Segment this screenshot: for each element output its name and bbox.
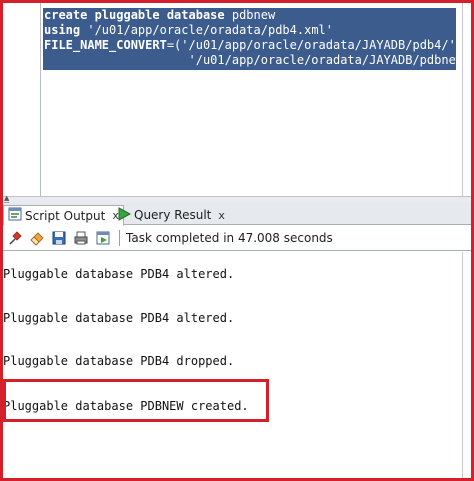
sql-editor[interactable]: create pluggable database pdbnew using '… — [3, 3, 471, 196]
code-text: '/u01/app/oracle/oradata/pdb4.xml' — [80, 23, 333, 37]
tab-label: Script Output — [25, 208, 106, 223]
close-icon[interactable]: x — [218, 209, 225, 222]
export-icon[interactable] — [93, 228, 113, 248]
code-line[interactable]: '/u01/app/oracle/oradata/JAYADB/pdbnew/'… — [44, 53, 471, 68]
tab-label: Query Result — [134, 208, 212, 222]
save-icon[interactable] — [49, 228, 69, 248]
output-margin-line — [462, 252, 463, 478]
code-line[interactable]: create pluggable database pdbnew — [44, 8, 275, 23]
editor-gutter — [3, 3, 41, 196]
code-keyword: using — [44, 23, 81, 37]
toolbar-separator — [119, 230, 120, 246]
tab-script-output[interactable]: Script Output x — [3, 205, 124, 226]
output-line: Pluggable database PDB4 altered. — [3, 267, 235, 281]
print-icon[interactable] — [71, 228, 91, 248]
output-toolbar: Task completed in 47.008 seconds — [3, 226, 471, 251]
code-text: =('/u01/app/oracle/oradata/JAYADB/pdb4/'… — [166, 38, 464, 52]
panel-splitter[interactable]: ▲▼ — [3, 195, 471, 209]
code-text: pdbnew — [224, 8, 276, 22]
tab-query-result[interactable]: Query Result x — [113, 205, 229, 225]
task-status-text: Task completed in 47.008 seconds — [126, 231, 333, 245]
output-tabbar: Script Output x Query Result x — [3, 203, 471, 226]
script-output-panel[interactable]: Pluggable database PDB4 altered. Pluggab… — [3, 252, 471, 478]
pin-icon[interactable] — [5, 228, 25, 248]
output-line: Pluggable database PDB4 altered. — [3, 311, 235, 325]
editor-margin-line — [462, 3, 463, 196]
run-query-icon — [117, 206, 132, 224]
highlight-box — [3, 379, 269, 422]
code-keyword: FILE_NAME_CONVERT — [44, 38, 167, 52]
code-line[interactable]: FILE_NAME_CONVERT=('/u01/app/oracle/orad… — [44, 38, 463, 53]
gutter-divider — [40, 3, 41, 196]
script-output-icon — [8, 207, 22, 224]
output-line: Pluggable database PDB4 dropped. — [3, 354, 235, 368]
code-keyword: create pluggable database — [44, 8, 225, 22]
code-text: '/u01/app/oracle/oradata/JAYADB/pdbnew/'… — [44, 53, 471, 67]
code-line[interactable]: using '/u01/app/oracle/oradata/pdb4.xml' — [44, 23, 333, 38]
eraser-icon[interactable] — [27, 228, 47, 248]
